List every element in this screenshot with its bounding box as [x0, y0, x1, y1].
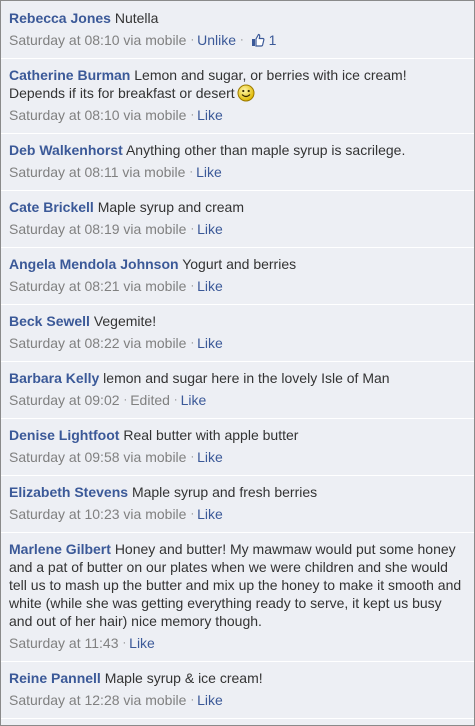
comment-text: Maple syrup and cream — [97, 199, 245, 215]
comments-panel: Rebecca Jones Nutella Saturday at 08:10 … — [0, 0, 475, 726]
comment-meta: Saturday at 09:58 via mobile · Like — [9, 448, 466, 468]
comment-author[interactable]: Rebecca Jones — [9, 10, 111, 26]
comment-item: Deb Walkenhorst Anything other than mapl… — [1, 134, 474, 191]
comment-author[interactable]: Angela Mendola Johnson — [9, 256, 179, 272]
like-button[interactable]: Like — [197, 278, 223, 294]
separator-dot: · — [189, 166, 194, 178]
comment-text: Maple syrup & ice cream! — [104, 670, 263, 686]
like-button[interactable]: Like — [196, 164, 222, 180]
comment-item: Marlene Gilbert Honey and butter! My maw… — [1, 533, 474, 662]
separator-dot: · — [122, 637, 127, 649]
comment-via: via mobile — [123, 278, 187, 294]
separator-dot: · — [190, 451, 195, 463]
comment-item: Denise Lightfoot Real butter with apple … — [1, 419, 474, 476]
separator-dot: · — [123, 394, 128, 406]
separator-dot: · — [240, 34, 244, 46]
comment-author[interactable]: Reine Pannell — [9, 670, 101, 686]
like-button[interactable]: Like — [197, 335, 223, 351]
comment-timestamp[interactable]: Saturday at 08:19 — [9, 221, 120, 237]
comment-author[interactable]: Cate Brickell — [9, 199, 94, 215]
comment-text: Vegemite! — [93, 313, 157, 329]
comment-timestamp[interactable]: Saturday at 08:11 — [9, 164, 118, 180]
comment-via: via mobile — [123, 506, 187, 522]
comment-list: Rebecca Jones Nutella Saturday at 08:10 … — [1, 1, 474, 719]
comment-author[interactable]: Deb Walkenhorst — [9, 142, 123, 158]
comment-author[interactable]: Beck Sewell — [9, 313, 90, 329]
thumbs-up-icon — [251, 33, 265, 47]
comment-meta: Saturday at 08:21 via mobile · Like — [9, 277, 466, 297]
separator-dot: · — [173, 394, 178, 406]
comment-meta: Saturday at 10:23 via mobile · Like — [9, 505, 466, 525]
comment-timestamp[interactable]: Saturday at 11:43 — [9, 635, 118, 651]
comment-author[interactable]: Denise Lightfoot — [9, 427, 119, 443]
comment-meta: Saturday at 08:10 via mobile · Like — [9, 106, 466, 126]
comment-timestamp[interactable]: Saturday at 09:58 — [9, 449, 120, 465]
separator-dot: · — [190, 337, 195, 349]
separator-dot: · — [190, 694, 195, 706]
comment-timestamp[interactable]: Saturday at 12:28 — [9, 692, 120, 708]
comment-timestamp[interactable]: Saturday at 08:10 — [9, 107, 120, 123]
like-button[interactable]: Like — [197, 221, 223, 237]
separator-dot: · — [190, 223, 195, 235]
comment-text: Maple syrup and fresh berries — [131, 484, 318, 500]
like-count-number: 1 — [268, 32, 277, 48]
separator-dot: · — [190, 280, 195, 292]
like-button[interactable]: Like — [197, 506, 223, 522]
unlike-button[interactable]: Unlike — [197, 32, 236, 48]
comment-meta: Saturday at 11:43 · Like — [9, 634, 466, 654]
comment-timestamp[interactable]: Saturday at 08:21 — [9, 278, 120, 294]
comment-item: Beck Sewell Vegemite! Saturday at 08:22 … — [1, 305, 474, 362]
comment-text: Anything other than maple syrup is sacri… — [125, 142, 406, 158]
separator-dot: · — [190, 109, 195, 121]
comment-text: Nutella — [114, 10, 159, 26]
smiley-icon — [237, 84, 255, 102]
comment-item: Cate Brickell Maple syrup and cream Satu… — [1, 191, 474, 248]
comment-author[interactable]: Elizabeth Stevens — [9, 484, 128, 500]
like-count[interactable]: 1 — [247, 32, 277, 48]
comment-timestamp[interactable]: Saturday at 08:10 — [9, 32, 120, 48]
comment-timestamp[interactable]: Saturday at 08:22 — [9, 335, 120, 351]
comment-via: via mobile — [123, 221, 187, 237]
comment-meta: Saturday at 08:22 via mobile · Like — [9, 334, 466, 354]
edited-label[interactable]: Edited — [130, 392, 170, 408]
comment-meta: Saturday at 12:28 via mobile · Like — [9, 691, 466, 711]
comment-text: Real butter with apple butter — [123, 427, 299, 443]
comment-meta: Saturday at 08:10 via mobile · Unlike · 1 — [9, 31, 466, 51]
comment-item: Rebecca Jones Nutella Saturday at 08:10 … — [1, 1, 474, 59]
like-button[interactable]: Like — [129, 635, 155, 651]
comment-author[interactable]: Catherine Burman — [9, 67, 130, 83]
comment-meta: Saturday at 08:19 via mobile · Like — [9, 220, 466, 240]
comment-item: Reine Pannell Maple syrup & ice cream! S… — [1, 662, 474, 719]
like-button[interactable]: Like — [197, 449, 223, 465]
comment-timestamp[interactable]: Saturday at 10:23 — [9, 506, 120, 522]
comment-author[interactable]: Barbara Kelly — [9, 370, 99, 386]
comment-item: Elizabeth Stevens Maple syrup and fresh … — [1, 476, 474, 533]
comment-via: via mobile — [122, 164, 186, 180]
comment-text: lemon and sugar here in the lovely Isle … — [103, 370, 390, 386]
comment-via: via mobile — [123, 692, 187, 708]
comment-text: Yogurt and berries — [182, 256, 297, 272]
comment-author[interactable]: Marlene Gilbert — [9, 541, 111, 557]
like-button[interactable]: Like — [181, 392, 207, 408]
comment-meta: Saturday at 09:02 · Edited · Like — [9, 391, 466, 411]
comment-meta: Saturday at 08:11 via mobile · Like — [9, 163, 466, 183]
like-button[interactable]: Like — [197, 107, 223, 123]
separator-dot: · — [190, 34, 195, 46]
comment-item: Catherine Burman Lemon and sugar, or ber… — [1, 59, 474, 134]
comment-via: via mobile — [123, 32, 187, 48]
comment-via: via mobile — [123, 335, 187, 351]
comment-via: via mobile — [123, 107, 187, 123]
comment-item: Barbara Kelly lemon and sugar here in th… — [1, 362, 474, 419]
comment-via: via mobile — [123, 449, 187, 465]
comment-item: Angela Mendola Johnson Yogurt and berrie… — [1, 248, 474, 305]
comment-timestamp[interactable]: Saturday at 09:02 — [9, 392, 120, 408]
separator-dot: · — [190, 508, 195, 520]
like-button[interactable]: Like — [197, 692, 223, 708]
